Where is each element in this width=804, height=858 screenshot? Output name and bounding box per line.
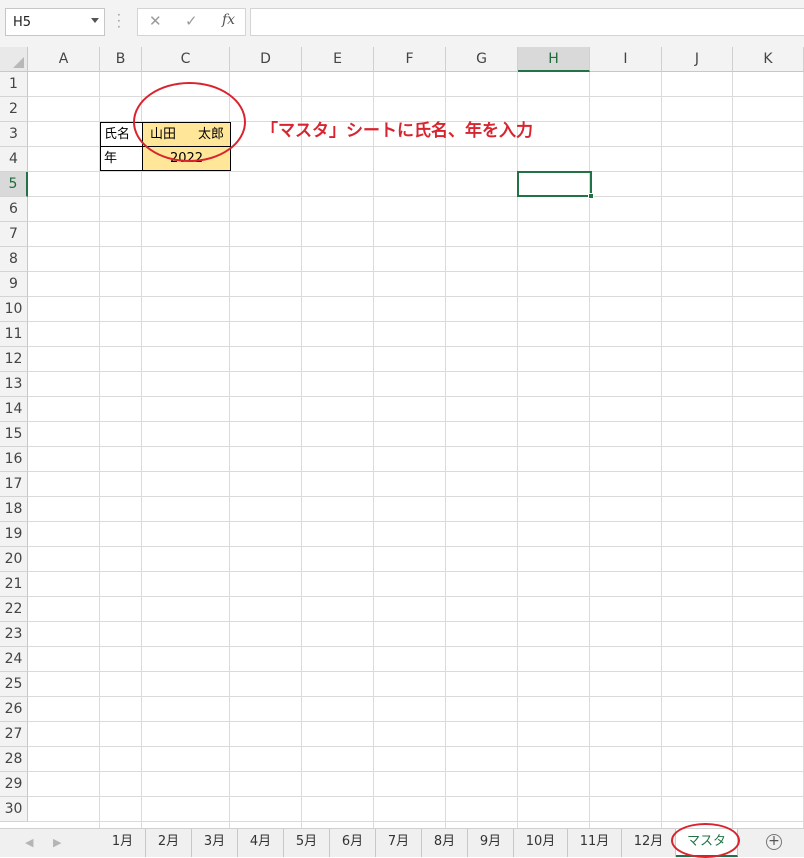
previous-sheet-icon[interactable]: ◀	[25, 836, 33, 849]
sheet-tab[interactable]: 6月	[330, 829, 376, 857]
row-header-9[interactable]: 9	[0, 272, 28, 297]
row-header-6[interactable]: 6	[0, 197, 28, 222]
row-header-14[interactable]: 14	[0, 397, 28, 422]
chevron-down-icon[interactable]	[91, 18, 99, 23]
row-header-13[interactable]: 13	[0, 372, 28, 397]
column-header-k[interactable]: K	[733, 47, 804, 72]
row-header-2[interactable]: 2	[0, 97, 28, 122]
row-header-28[interactable]: 28	[0, 747, 28, 772]
row-header-23[interactable]: 23	[0, 622, 28, 647]
row-header-12[interactable]: 12	[0, 347, 28, 372]
active-cell-selection[interactable]	[517, 171, 592, 197]
name-box[interactable]: H5	[5, 8, 105, 36]
column-header-d[interactable]: D	[230, 47, 302, 72]
row-header-26[interactable]: 26	[0, 697, 28, 722]
row-header-3[interactable]: 3	[0, 122, 28, 147]
name-box-value: H5	[13, 15, 32, 30]
column-header-c[interactable]: C	[142, 47, 230, 72]
fill-handle[interactable]	[588, 193, 594, 199]
next-sheet-icon[interactable]: ▶	[53, 836, 61, 849]
cancel-icon[interactable]: ✕	[149, 12, 162, 30]
row-header-11[interactable]: 11	[0, 322, 28, 347]
formula-input[interactable]	[250, 8, 804, 36]
gridline	[99, 72, 100, 828]
column-header-j[interactable]: J	[662, 47, 733, 72]
sheet-tab[interactable]: 12月	[622, 829, 676, 857]
sheet-tab[interactable]: 8月	[422, 829, 468, 857]
row-header-29[interactable]: 29	[0, 772, 28, 797]
sheet-tab[interactable]: 11月	[568, 829, 622, 857]
more-options-icon[interactable]: · · ·	[117, 9, 121, 33]
highlight-circle-input	[133, 82, 246, 162]
row-header-25[interactable]: 25	[0, 672, 28, 697]
column-header-b[interactable]: B	[100, 47, 142, 72]
row-header-19[interactable]: 19	[0, 522, 28, 547]
row-header-1[interactable]: 1	[0, 72, 28, 97]
column-header-g[interactable]: G	[446, 47, 518, 72]
gridline	[373, 72, 374, 828]
gridline	[661, 72, 662, 828]
column-header-i[interactable]: I	[590, 47, 662, 72]
sheet-tab[interactable]: 1月	[100, 829, 146, 857]
row-header-22[interactable]: 22	[0, 597, 28, 622]
gridline	[229, 72, 230, 828]
column-headers: ABCDEFGHIJK	[28, 47, 804, 72]
row-header-4[interactable]: 4	[0, 147, 28, 172]
select-all-icon	[13, 57, 24, 68]
cell-area[interactable]: 氏名 年 山田 太郎 2022	[28, 72, 804, 828]
row-header-20[interactable]: 20	[0, 547, 28, 572]
row-header-8[interactable]: 8	[0, 247, 28, 272]
enter-icon[interactable]: ✓	[185, 12, 198, 30]
column-header-e[interactable]: E	[302, 47, 374, 72]
column-header-a[interactable]: A	[28, 47, 100, 72]
select-all-button[interactable]	[0, 47, 28, 72]
cell-b3[interactable]: 年	[100, 146, 143, 171]
gridline	[445, 72, 446, 828]
add-sheet-icon[interactable]: +	[766, 834, 782, 850]
highlight-circle-tab	[671, 823, 740, 858]
formula-buttons: ✕ ✓ fx	[137, 8, 246, 36]
row-header-17[interactable]: 17	[0, 472, 28, 497]
row-header-18[interactable]: 18	[0, 497, 28, 522]
sheet-tab[interactable]: 10月	[514, 829, 568, 857]
sheet-tab[interactable]: 7月	[376, 829, 422, 857]
row-header-30[interactable]: 30	[0, 797, 28, 822]
formula-bar-area: H5 · · · ✕ ✓ fx	[0, 0, 804, 47]
spreadsheet-grid: ABCDEFGHIJK 1 2 3 4 5 6 7 8 9 10 11 12 13 14 15 16 17 18 1…	[0, 47, 804, 828]
row-header-27[interactable]: 27	[0, 722, 28, 747]
gridline	[141, 72, 142, 828]
row-header-10[interactable]: 10	[0, 297, 28, 322]
row-header-7[interactable]: 7	[0, 222, 28, 247]
column-header-f[interactable]: F	[374, 47, 446, 72]
annotation-text: 「マスタ」シートに氏名、年を入力	[261, 121, 533, 141]
sheet-tab[interactable]: 3月	[192, 829, 238, 857]
column-header-h[interactable]: H	[518, 47, 590, 72]
sheet-tab[interactable]: 2月	[146, 829, 192, 857]
insert-function-icon[interactable]: fx	[222, 12, 235, 28]
gridline	[732, 72, 733, 828]
sheet-tab[interactable]: 9月	[468, 829, 514, 857]
sheet-tab[interactable]: 4月	[238, 829, 284, 857]
row-header-21[interactable]: 21	[0, 572, 28, 597]
sheet-tab[interactable]: 5月	[284, 829, 330, 857]
row-header-5[interactable]: 5	[0, 172, 28, 197]
gridline	[301, 72, 302, 828]
row-header-15[interactable]: 15	[0, 422, 28, 447]
row-header-24[interactable]: 24	[0, 647, 28, 672]
row-header-16[interactable]: 16	[0, 447, 28, 472]
